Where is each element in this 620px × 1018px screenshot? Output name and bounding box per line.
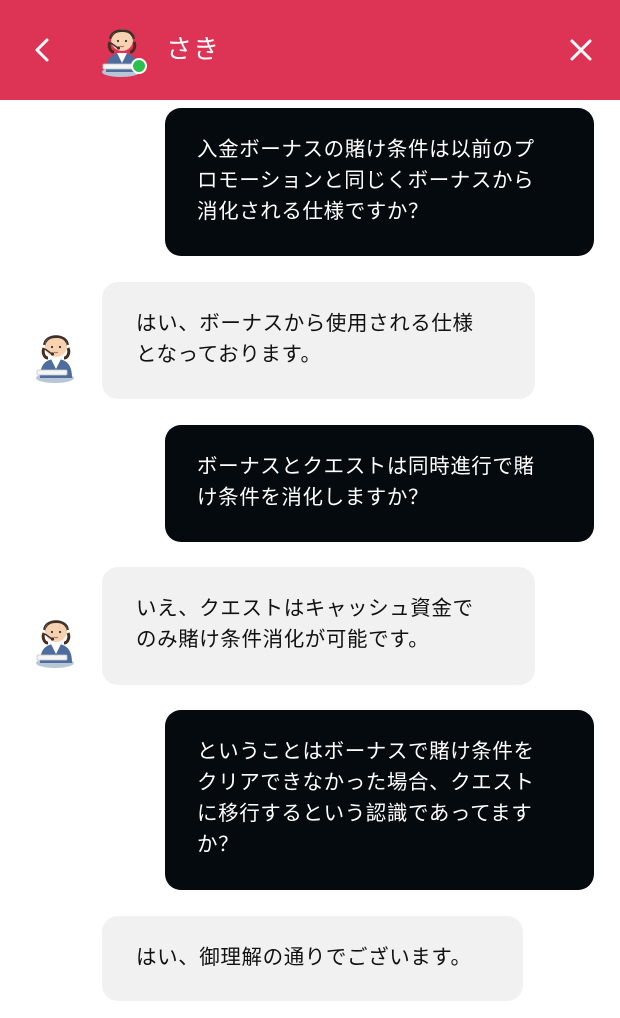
user-message-bubble: ボーナスとクエストは同時進行で賭 け条件を消化しますか？ xyxy=(165,425,594,542)
online-status-indicator xyxy=(131,58,147,74)
back-button[interactable] xyxy=(28,32,58,68)
close-button[interactable] xyxy=(565,34,597,66)
user-message-bubble: ということはボーナスで賭け条件を クリアできなかった場合、クエスト に移行すると… xyxy=(165,710,594,890)
close-icon xyxy=(570,39,592,61)
agent-message-bubble: いえ、クエストはキャッシュ資金で のみ賭け条件消化が可能です。 xyxy=(102,567,535,685)
chevron-left-icon xyxy=(35,38,49,62)
agent-name: さき xyxy=(166,35,221,65)
agent-avatar xyxy=(36,620,74,668)
agent-avatar xyxy=(36,335,74,383)
agent-message-bubble: はい、御理解の通りでございます。 xyxy=(102,916,523,1001)
agent-message-bubble: はい、ボーナスから使用される仕様 となっております。 xyxy=(102,282,535,399)
user-message-bubble: 入金ボーナスの賭け条件は以前のプ ロモーションと同じくボーナスから 消化される仕… xyxy=(165,108,594,256)
chat-header: さき xyxy=(0,0,620,100)
